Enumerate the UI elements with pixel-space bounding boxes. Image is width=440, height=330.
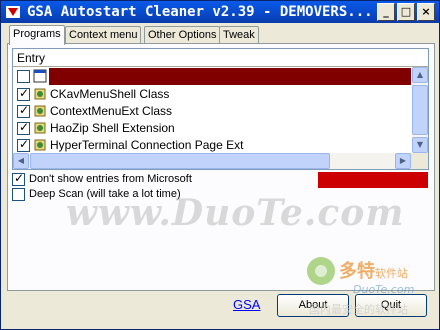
deep-scan-checkbox[interactable] [12, 188, 25, 201]
row-checkbox[interactable] [17, 86, 30, 101]
scroll-right-icon[interactable]: ▶ [395, 153, 411, 169]
shell-extension-icon [34, 139, 46, 151]
list-row[interactable] [13, 68, 412, 85]
footer-bar: GSA About Quit [7, 291, 435, 327]
vertical-scrollbar[interactable]: ▲ ▼ [412, 67, 428, 153]
window-icon [33, 69, 47, 83]
hide-microsoft-checkbox[interactable] [12, 171, 25, 186]
list-row[interactable]: HyperTerminal Connection Page Ext [13, 137, 412, 154]
horizontal-scroll-thumb[interactable] [30, 153, 330, 169]
tab-programs[interactable]: Programs [9, 25, 65, 45]
deep-scan-label: Deep Scan (will take a lot time) [29, 188, 181, 200]
close-button[interactable]: × [417, 3, 435, 21]
shell-extension-icon [34, 122, 46, 134]
tab-panel: Entry CKavMenuShell Class [7, 43, 435, 291]
tab-other-options[interactable]: Other Options [144, 26, 221, 44]
row-checkbox[interactable] [17, 120, 30, 135]
list-row[interactable]: HaoZip Shell Extension [13, 120, 412, 137]
about-button[interactable]: About [277, 294, 349, 317]
shell-extension-icon [34, 105, 46, 117]
scroll-down-icon[interactable]: ▼ [412, 137, 428, 153]
status-badge [318, 172, 428, 188]
row-label: HyperTerminal Connection Page Ext [50, 138, 244, 152]
row-label: CKavMenuShell Class [50, 87, 170, 101]
row-checkbox[interactable] [17, 103, 30, 118]
row-label: HaoZip Shell Extension [50, 121, 175, 135]
list-row[interactable]: ContextMenuExt Class [13, 103, 412, 120]
minimize-button[interactable]: _ [377, 3, 395, 21]
shell-extension-icon [34, 88, 46, 100]
entry-list[interactable]: Entry CKavMenuShell Class [12, 48, 429, 170]
app-window: GSA Autostart Cleaner v2.39 - DEMOVERS..… [0, 0, 440, 330]
quit-button[interactable]: Quit [355, 294, 427, 317]
row-checkbox[interactable] [17, 137, 30, 152]
tab-tweak[interactable]: Tweak [219, 26, 259, 44]
list-row[interactable]: CKavMenuShell Class [13, 86, 412, 103]
title-bar[interactable]: GSA Autostart Cleaner v2.39 - DEMOVERS..… [1, 1, 439, 23]
scroll-left-icon[interactable]: ◀ [13, 153, 29, 169]
maximize-button[interactable]: □ [397, 3, 415, 21]
gsa-link[interactable]: GSA [233, 297, 260, 312]
tab-context-menu[interactable]: Context menu [65, 26, 142, 44]
window-title: GSA Autostart Cleaner v2.39 - DEMOVERS..… [27, 4, 373, 20]
vertical-scroll-thumb[interactable] [412, 85, 428, 135]
app-icon [6, 6, 20, 18]
scrollbar-corner [411, 153, 428, 169]
row-label: ContextMenuExt Class [50, 104, 173, 118]
selection-highlight [49, 68, 411, 85]
row-checkbox[interactable] [17, 70, 30, 83]
column-header-entry[interactable]: Entry [13, 49, 428, 67]
scroll-up-icon[interactable]: ▲ [412, 67, 428, 83]
horizontal-scrollbar[interactable]: ◀ ▶ [13, 153, 428, 169]
hide-microsoft-label: Don't show entries from Microsoft [29, 173, 192, 185]
